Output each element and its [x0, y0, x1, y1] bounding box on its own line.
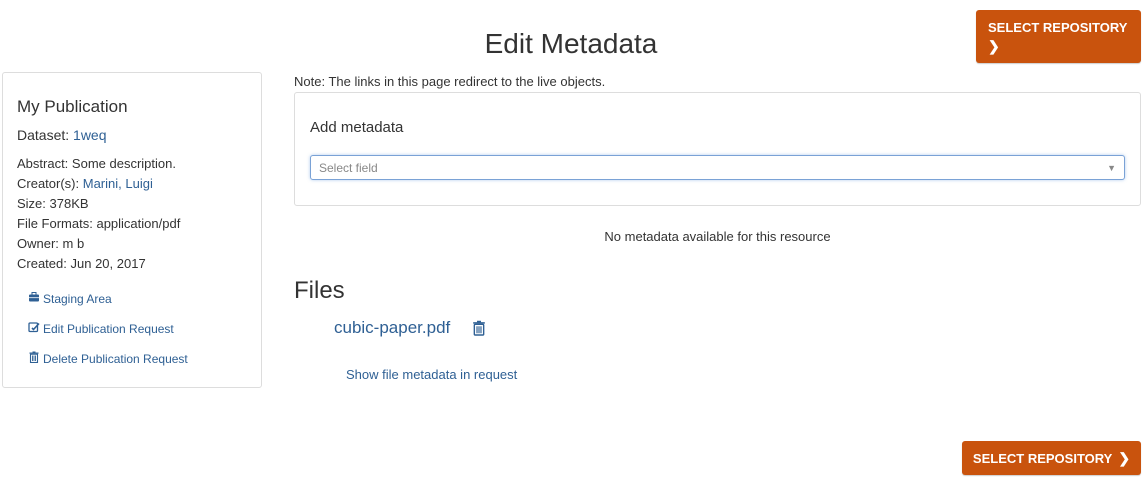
size-row: Size: 378KB	[17, 196, 89, 211]
staging-area-link[interactable]: Staging Area	[28, 291, 112, 306]
delete-publication-request-label: Delete Publication Request	[43, 351, 188, 366]
file-formats-label: File Formats:	[17, 216, 93, 231]
file-link[interactable]: cubic-paper.pdf	[334, 318, 450, 338]
owner-value: m b	[62, 236, 85, 251]
dataset-row: Dataset: 1weq	[17, 127, 107, 143]
size-label: Size:	[17, 196, 46, 211]
briefcase-icon	[28, 291, 40, 306]
live-objects-note: Note: The links in this page redirect to…	[294, 74, 606, 89]
file-formats-row: File Formats: application/pdf	[17, 216, 180, 231]
select-repository-label: SELECT REPOSITORY	[988, 19, 1128, 35]
creator-link[interactable]: Marini, Luigi	[83, 176, 153, 191]
add-metadata-title: Add metadata	[310, 119, 404, 136]
created-label: Created:	[17, 256, 67, 271]
publication-title: My Publication	[17, 97, 128, 116]
edit-icon	[28, 321, 40, 336]
chevron-right-icon: ❯	[988, 37, 1000, 54]
creators-label: Creator(s):	[17, 176, 80, 191]
abstract-label: Abstract:	[17, 156, 69, 171]
edit-publication-request-label: Edit Publication Request	[43, 321, 174, 336]
dataset-link[interactable]: 1weq	[73, 127, 106, 143]
edit-publication-request-link[interactable]: Edit Publication Request	[28, 321, 174, 336]
dataset-label: Dataset:	[17, 127, 70, 143]
add-metadata-panel	[294, 92, 1141, 206]
select-repository-button-bottom[interactable]: SELECT REPOSITORY ❯	[962, 441, 1141, 475]
select-field-placeholder: Select field	[319, 160, 378, 175]
delete-publication-request-link[interactable]: Delete Publication Request	[28, 351, 188, 366]
select-repository-label: SELECT REPOSITORY	[972, 451, 1113, 466]
abstract-value: Some description.	[71, 156, 176, 171]
trash-icon	[28, 351, 40, 366]
created-row: Created: Jun 20, 2017	[17, 256, 146, 271]
created-value: Jun 20, 2017	[70, 256, 146, 271]
abstract-row: Abstract: Some description.	[17, 156, 176, 171]
caret-down-icon: ▼	[1107, 162, 1116, 173]
page-title: Edit Metadata	[484, 28, 658, 59]
file-formats-value: application/pdf	[96, 216, 181, 231]
no-metadata-message: No metadata available for this resource	[604, 229, 831, 244]
size-value: 378KB	[49, 196, 89, 211]
creators-row: Creator(s): Marini, Luigi	[17, 176, 153, 191]
owner-label: Owner:	[17, 236, 59, 251]
metadata-field-select[interactable]: Select field ▼	[310, 155, 1125, 180]
chevron-right-icon: ❯	[1118, 450, 1131, 466]
staging-area-label: Staging Area	[43, 291, 112, 306]
show-file-metadata-link[interactable]: Show file metadata in request	[346, 367, 517, 382]
delete-file-trash-icon[interactable]	[472, 320, 486, 341]
files-heading: Files	[294, 277, 345, 304]
owner-row: Owner: m b	[17, 236, 84, 251]
select-repository-button-top[interactable]: SELECT REPOSITORY ❯	[976, 10, 1141, 63]
